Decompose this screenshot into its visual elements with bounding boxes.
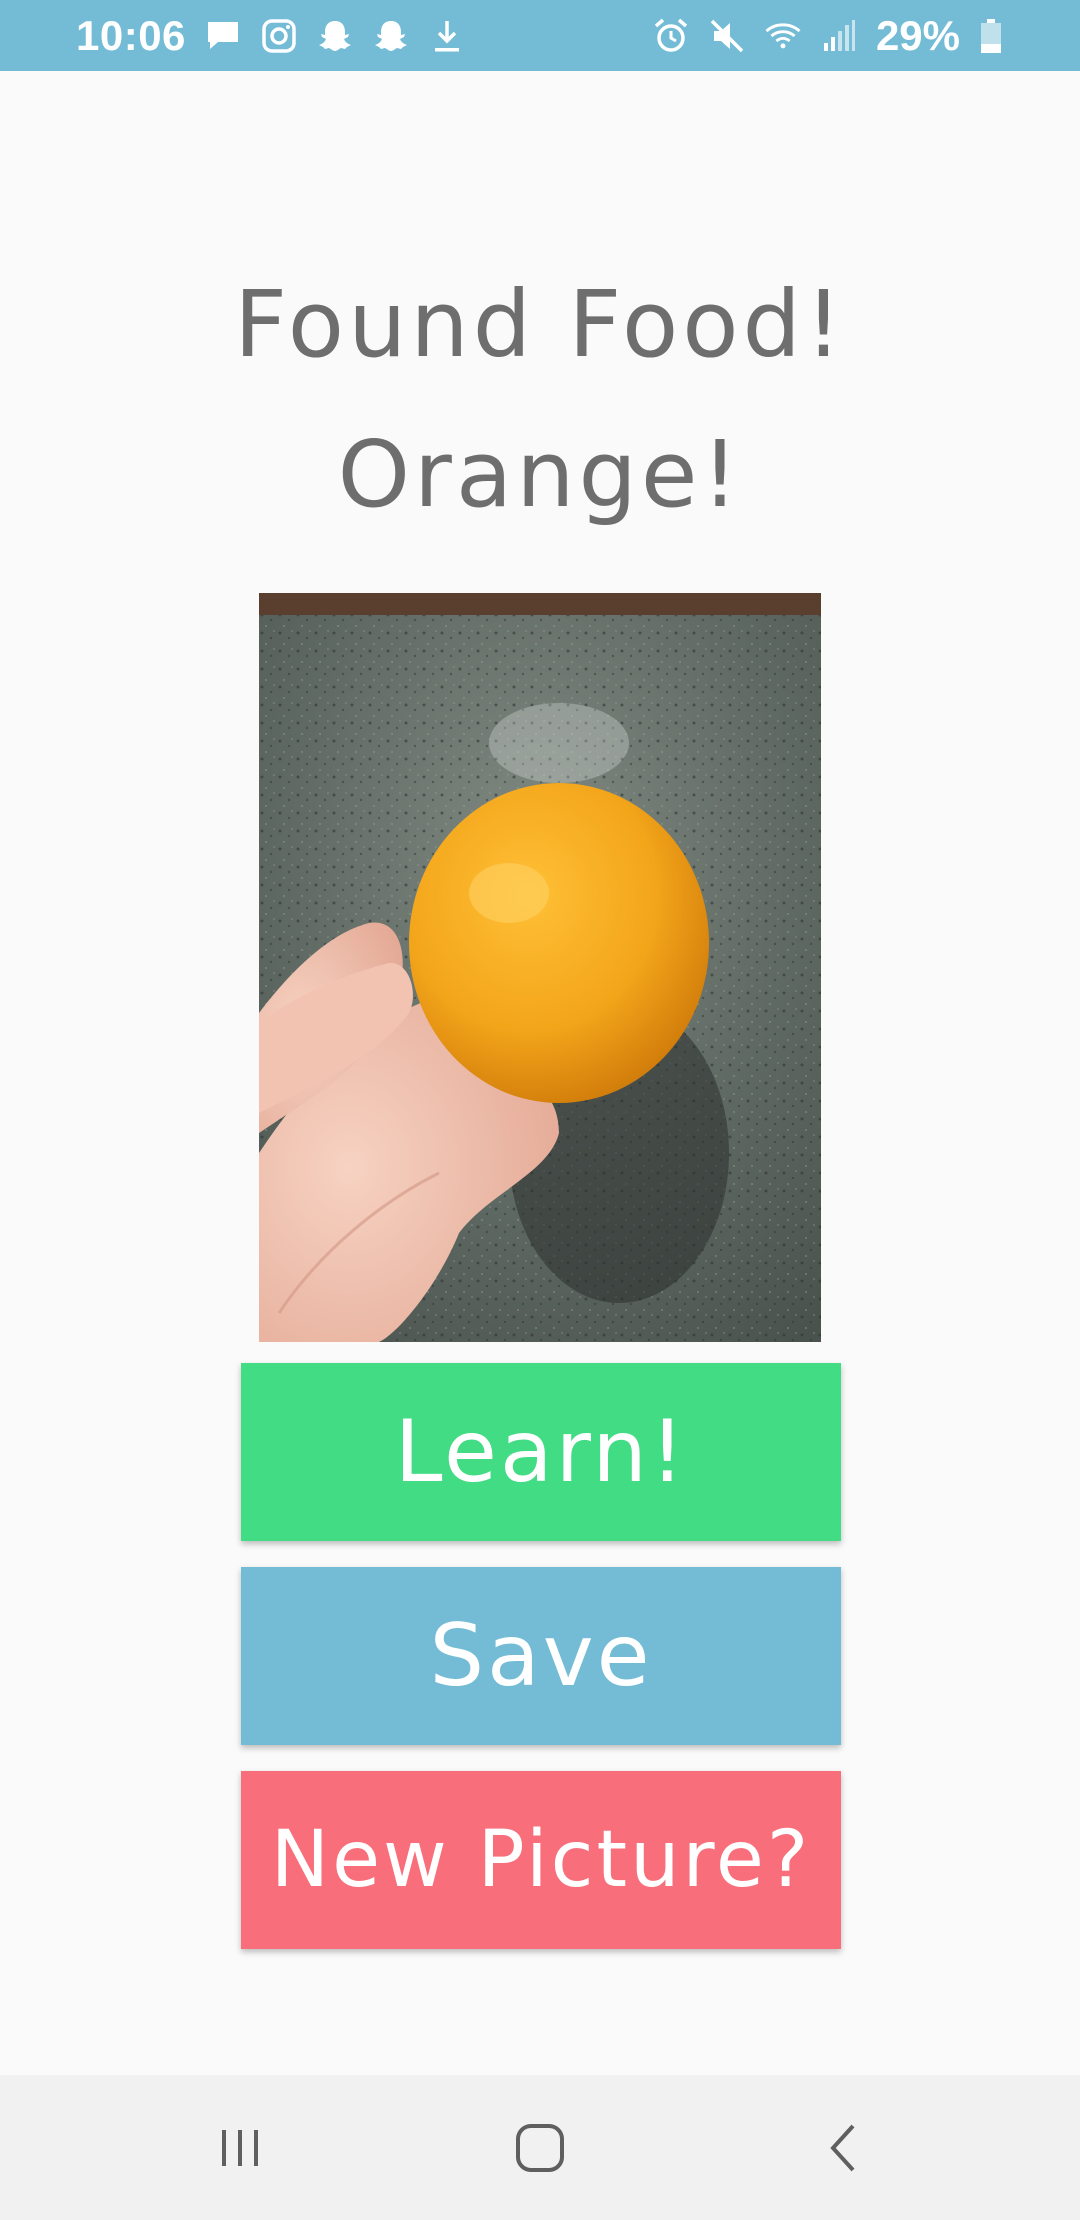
navigation-bar [0, 2075, 1080, 2220]
alarm-icon [652, 17, 690, 55]
mute-icon [708, 17, 746, 55]
status-time: 10:06 [76, 11, 186, 59]
learn-button[interactable]: Learn! [241, 1363, 841, 1541]
orange-photo [259, 593, 821, 1342]
save-button[interactable]: Save [241, 1567, 841, 1745]
snapchat-icon [316, 17, 354, 55]
wifi-icon [764, 17, 802, 55]
battery-percent: 29% [875, 11, 960, 59]
instagram-icon [260, 17, 298, 55]
signal-icon [820, 17, 858, 55]
title-found-food: Found Food! [234, 271, 846, 378]
title-food-name: Orange! [337, 421, 743, 528]
snapchat-icon [372, 17, 410, 55]
download-icon [428, 17, 466, 55]
status-bar: 10:06 29% [0, 0, 1080, 71]
recent-apps-icon[interactable] [160, 2075, 320, 2220]
status-bar-right: 29% [652, 12, 1004, 60]
screen: 10:06 29% Found Food! Orange! Learn! Sav… [0, 0, 1080, 2220]
result-title: Found Food! Orange! [0, 250, 1080, 550]
new-picture-button[interactable]: New Picture? [241, 1771, 841, 1949]
back-icon[interactable] [764, 2075, 924, 2220]
battery-icon [978, 17, 1004, 55]
home-icon[interactable] [460, 2075, 620, 2220]
status-bar-left: 10:06 [76, 12, 466, 60]
message-icon [204, 17, 242, 55]
